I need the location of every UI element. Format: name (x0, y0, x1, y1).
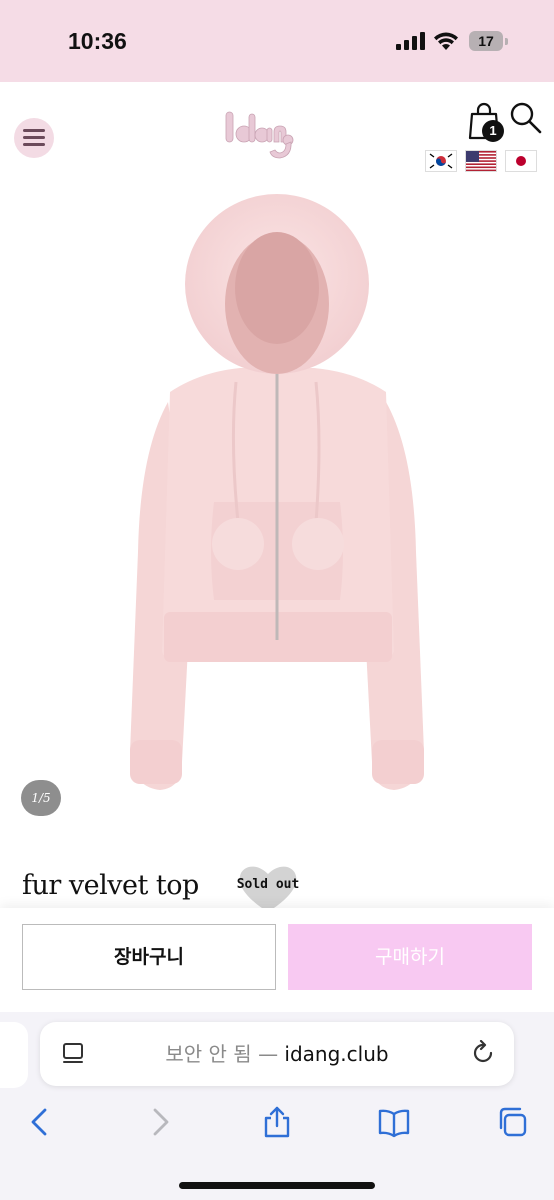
pink-fur-hoodie-image (130, 194, 424, 790)
battery-nub (505, 38, 508, 45)
previous-tab-preview[interactable] (0, 1022, 28, 1088)
cart-count-badge: 1 (482, 120, 504, 142)
hamburger-menu-button[interactable] (14, 118, 54, 158)
add-to-cart-button[interactable]: 장바구니 (22, 924, 276, 990)
menu-line-icon (23, 129, 45, 132)
bookmarks-icon[interactable] (378, 1106, 410, 1138)
url-domain: idang.club (284, 1042, 389, 1066)
sold-out-badge: Sold out (236, 877, 300, 892)
site-header: 1 (0, 82, 554, 192)
wifi-icon (434, 32, 458, 50)
status-time: 10:36 (68, 28, 127, 54)
purchase-action-bar: 장바구니 구매하기 (0, 908, 554, 1012)
japan-flag-icon[interactable] (505, 150, 537, 172)
status-bar: 10:36 17 (0, 0, 554, 82)
share-icon[interactable] (261, 1106, 293, 1138)
image-pager[interactable]: 1/5 (21, 780, 61, 816)
address-bar[interactable]: 보안 안 됨 — idang.club (40, 1022, 514, 1086)
product-image[interactable] (0, 192, 554, 842)
battery-icon: 17 (469, 31, 503, 51)
korean-flag-icon[interactable] (425, 150, 457, 172)
tabs-icon[interactable] (496, 1106, 528, 1138)
url-display[interactable]: 보안 안 됨 — idang.club (40, 1022, 514, 1086)
battery-level: 17 (478, 33, 494, 49)
idang-logo[interactable] (222, 106, 294, 166)
menu-line-icon (23, 136, 45, 139)
reload-icon[interactable] (470, 1040, 496, 1066)
back-arrow-icon[interactable] (24, 1106, 56, 1138)
browser-toolbar: 보안 안 됨 — idang.club (0, 1012, 554, 1200)
forward-arrow-icon[interactable] (144, 1106, 176, 1138)
search-icon[interactable] (508, 100, 542, 134)
buy-now-button[interactable]: 구매하기 (288, 924, 532, 990)
menu-line-icon (23, 143, 45, 146)
screen: 10:36 17 1 1/5 fur velvet top Sold out 장… (0, 0, 554, 1200)
security-warning-text: 보안 안 됨 — (165, 1042, 285, 1066)
home-indicator (179, 1182, 375, 1189)
cellular-signal-icon (396, 32, 425, 50)
us-flag-icon[interactable] (465, 150, 497, 172)
product-title: fur velvet top (22, 870, 199, 901)
